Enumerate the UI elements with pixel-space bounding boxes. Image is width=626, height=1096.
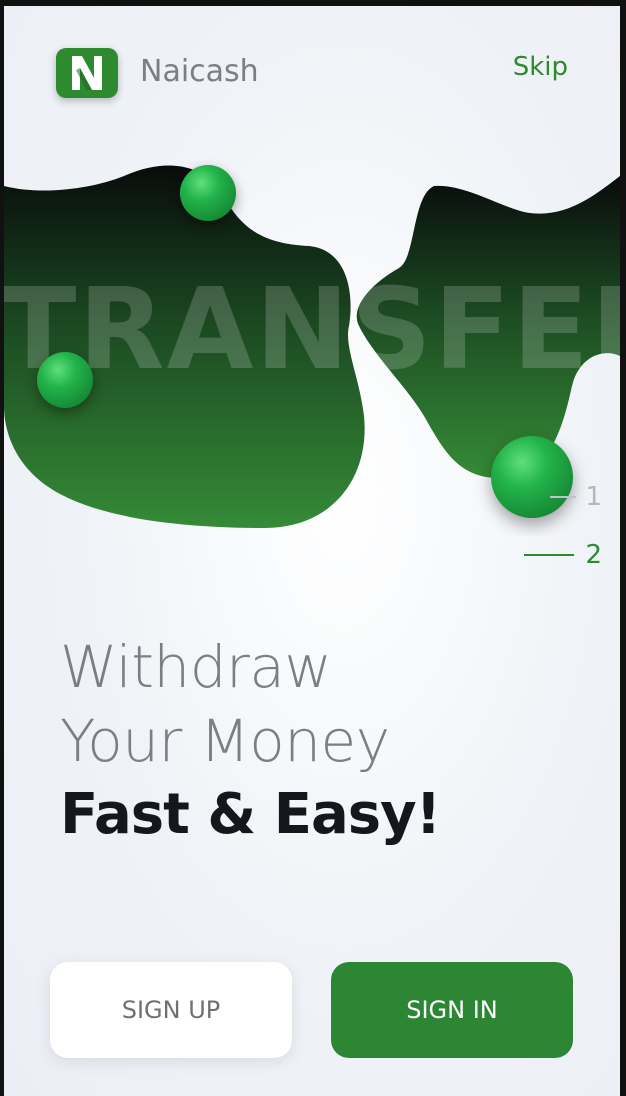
- pager-item-2[interactable]: 2: [512, 540, 602, 598]
- skip-link[interactable]: Skip: [513, 52, 568, 82]
- page-indicator: 1 2: [512, 482, 602, 598]
- pager-line-1: [550, 496, 576, 498]
- orb-left: [37, 352, 93, 408]
- brand-name: Naicash: [140, 54, 259, 89]
- logo-n-icon: [72, 56, 102, 90]
- headline-line-1: Withdraw: [60, 633, 332, 701]
- pager-line-2: [524, 554, 574, 556]
- headline-line-3: Fast & Easy!: [60, 782, 441, 847]
- transfer-watermark: TRANSFER: [4, 265, 620, 395]
- orb-top: [180, 165, 236, 221]
- onboarding-screen: Naicash Skip TRANSFER 1 2 Withdraw Your …: [4, 6, 620, 1096]
- sign-in-button[interactable]: SIGN IN: [331, 962, 573, 1058]
- hero-illustration: TRANSFER: [4, 165, 620, 528]
- headline: Withdraw Your Money Fast & Easy!: [60, 630, 441, 852]
- headline-line-2: Your Money: [60, 707, 390, 775]
- pager-number-2: 2: [585, 540, 602, 570]
- pager-number-1: 1: [585, 482, 602, 512]
- pager-item-1[interactable]: 1: [512, 482, 602, 540]
- app-logo: [56, 48, 118, 98]
- sign-up-button[interactable]: SIGN UP: [50, 962, 292, 1058]
